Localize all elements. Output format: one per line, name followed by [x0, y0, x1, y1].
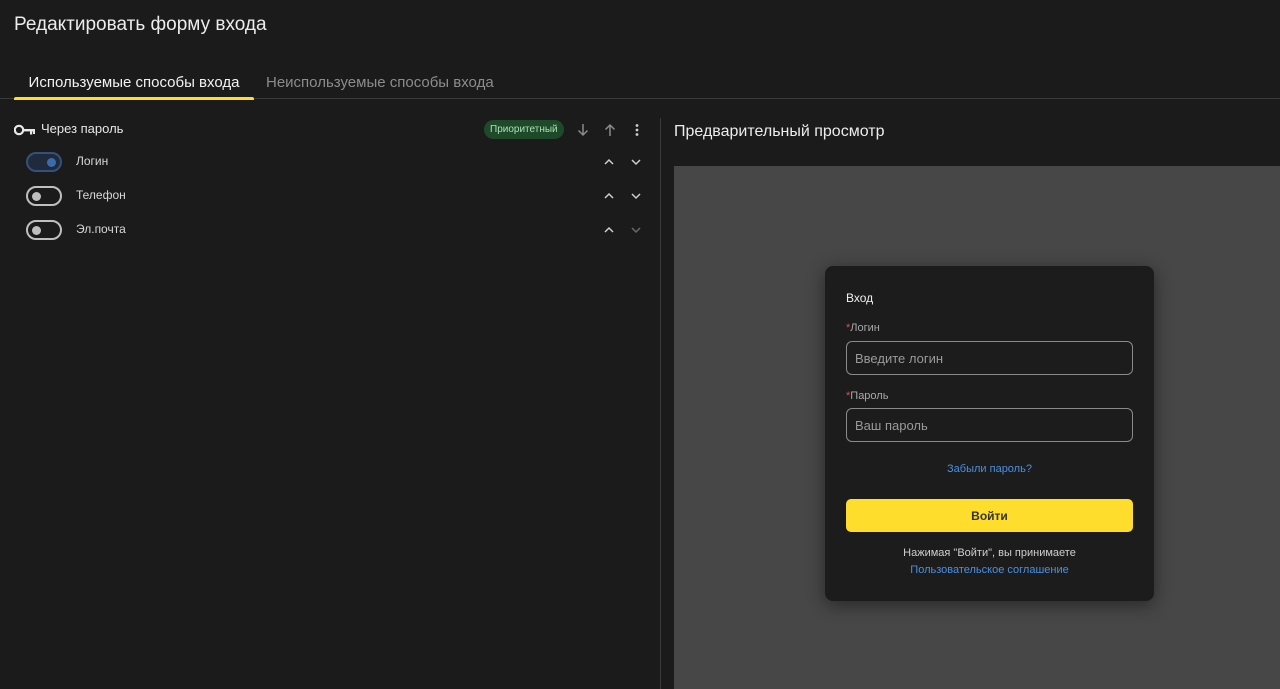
- tab-unused-methods[interactable]: Неиспользуемые способы входа: [266, 74, 494, 99]
- chevron-down-icon[interactable]: [629, 223, 643, 237]
- chevron-up-icon[interactable]: [602, 223, 616, 237]
- more-vertical-icon[interactable]: [629, 122, 645, 138]
- method-label: Эл.почта: [76, 222, 126, 236]
- login-label-text: Логин: [850, 322, 880, 334]
- toggle-knob: [32, 192, 41, 201]
- toggle-phone[interactable]: [26, 186, 62, 206]
- priority-badge: Приоритетный: [484, 120, 564, 139]
- toggle-email[interactable]: [26, 220, 62, 240]
- chevron-up-icon[interactable]: [602, 189, 616, 203]
- login-card-title: Вход: [846, 291, 874, 305]
- chevron-up-icon[interactable]: [602, 155, 616, 169]
- key-icon: [14, 124, 35, 136]
- password-label-text: Пароль: [850, 390, 889, 402]
- method-row-phone: Телефон: [26, 186, 656, 208]
- password-input[interactable]: [846, 408, 1133, 442]
- chevron-down-icon[interactable]: [629, 155, 643, 169]
- arrow-up-icon[interactable]: [602, 122, 618, 138]
- terms-text: Нажимая "Войти", вы принимаете: [903, 547, 1076, 559]
- toggle-login[interactable]: [26, 152, 62, 172]
- login-card: Вход *Логин *Пароль Забыли пароль? Войти…: [825, 266, 1154, 601]
- page-title: Редактировать форму входа: [14, 14, 267, 35]
- method-label: Телефон: [76, 188, 126, 202]
- method-row-email: Эл.почта: [26, 220, 656, 242]
- tab-bar: Используемые способы входа Неиспользуемы…: [0, 64, 1280, 100]
- chevron-down-icon[interactable]: [629, 189, 643, 203]
- toggle-knob: [32, 226, 41, 235]
- login-field-label: *Логин: [846, 322, 880, 334]
- method-label: Логин: [76, 154, 109, 168]
- arrow-down-icon[interactable]: [575, 122, 591, 138]
- group-title: Через пароль: [41, 121, 124, 136]
- preview-title: Предварительный просмотр: [674, 123, 885, 140]
- tab-used-methods[interactable]: Используемые способы входа: [14, 74, 254, 100]
- password-field-label: *Пароль: [846, 390, 888, 402]
- login-input[interactable]: [846, 341, 1133, 375]
- forgot-password-link[interactable]: Забыли пароль?: [825, 463, 1154, 475]
- login-submit-button[interactable]: Войти: [846, 499, 1133, 532]
- panel-divider: [660, 118, 661, 689]
- method-row-login: Логин: [26, 152, 656, 174]
- method-group-header: Через пароль Приоритетный: [14, 120, 654, 140]
- terms-link[interactable]: Пользовательское соглашение: [825, 564, 1154, 576]
- toggle-knob: [47, 158, 56, 167]
